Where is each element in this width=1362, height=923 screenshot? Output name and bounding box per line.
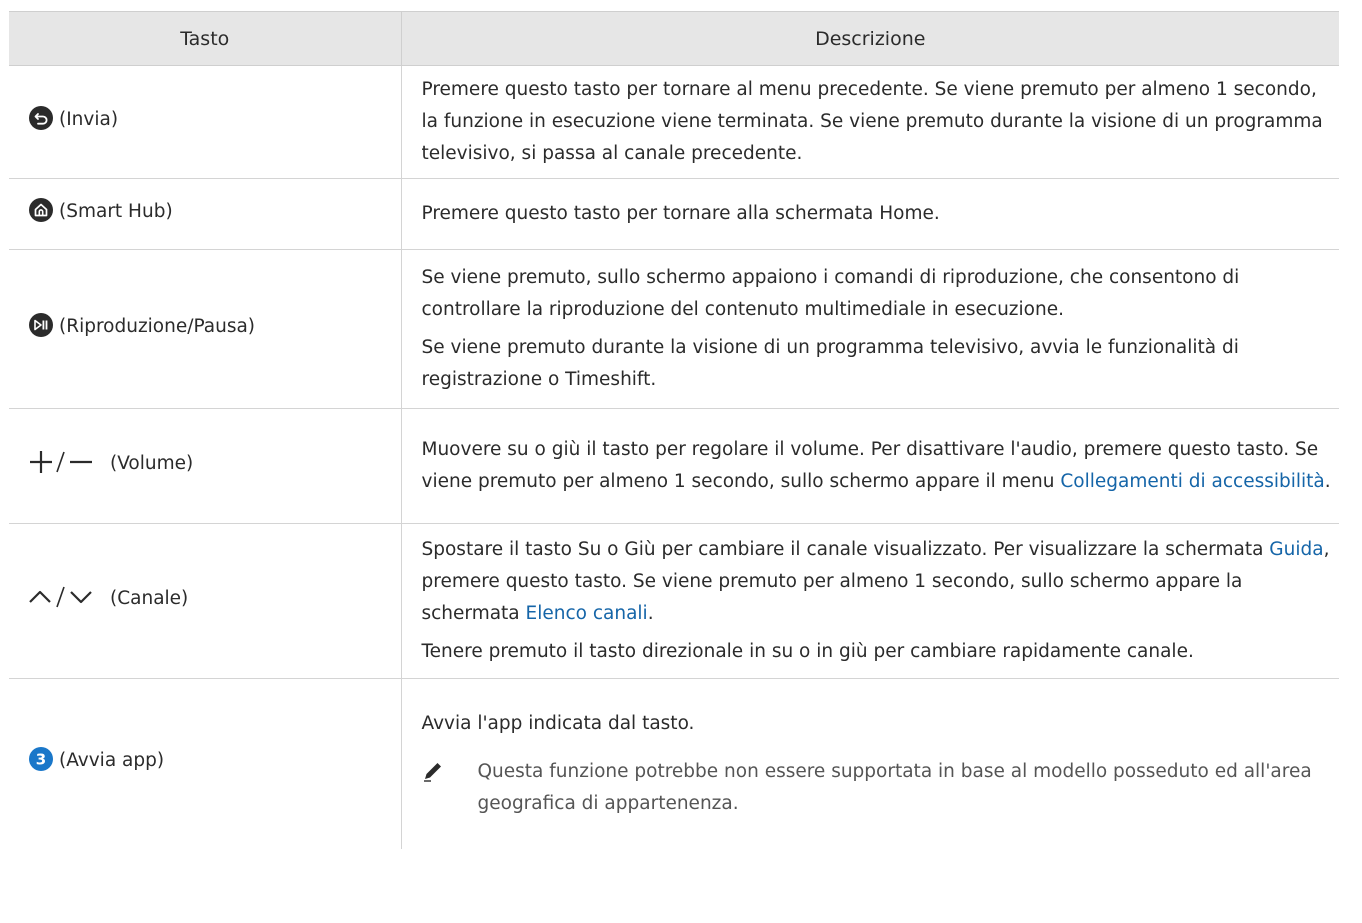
remote-keys-page: Tasto Descrizione (Invia) Premere questo… — [0, 0, 1362, 923]
table-row: (Riproduzione/Pausa) Se viene premuto, s… — [9, 249, 1339, 409]
key-cell: 3 (Avvia app) — [9, 679, 401, 849]
description-part: . — [647, 603, 654, 624]
table-header-row: Tasto Descrizione — [9, 11, 1339, 66]
description-text: Muovere su o giù il tasto per regolare i… — [422, 434, 1332, 498]
table-row: (Canale) Spostare il tasto Su o Giù per … — [9, 523, 1339, 679]
description-text: Tenere premuto il tasto direzionale in s… — [421, 641, 1194, 662]
channel-up-down-icon — [29, 585, 104, 620]
note: Questa funzione potrebbe non essere supp… — [422, 756, 1332, 820]
channel-list-link[interactable]: Elenco canali — [526, 603, 648, 624]
key-label: (Riproduzione/Pausa) — [59, 315, 256, 337]
key-label: (Volume) — [110, 452, 194, 474]
remote-keys-table: Tasto Descrizione (Invia) Premere questo… — [9, 11, 1339, 849]
return-icon — [29, 105, 53, 141]
key-cell: (Riproduzione/Pausa) — [9, 249, 401, 409]
key-label: (Invia) — [59, 108, 119, 130]
accessibility-shortcuts-link[interactable]: Collegamenti di accessibilità — [1060, 471, 1324, 492]
description-cell: Premere questo tasto per tornare alla sc… — [400, 178, 1339, 250]
key-cell: (Canale) — [9, 523, 401, 679]
description-cell: Muovere su o giù il tasto per regolare i… — [400, 408, 1339, 524]
description-text: Spostare il tasto Su o Giù per cambiare … — [422, 534, 1332, 630]
note-text: Questa funzione potrebbe non essere supp… — [477, 760, 1312, 814]
key-cell: (Volume) — [9, 408, 401, 524]
number-3-icon: 3 — [29, 747, 53, 782]
description-text: Avvia l'app indicata dal tasto. — [421, 712, 695, 734]
table-row: (Volume) Muovere su o giù il tasto per r… — [9, 408, 1339, 524]
play-pause-icon — [29, 312, 53, 348]
key-label: (Avvia app) — [59, 750, 165, 772]
guide-link[interactable]: Guida — [1269, 539, 1323, 560]
svg-text:3: 3 — [36, 751, 46, 769]
key-cell: (Smart Hub) — [9, 178, 401, 250]
volume-plus-minus-icon — [29, 450, 104, 485]
description-text: Se viene premuto, sullo schermo appaiono… — [421, 267, 1240, 320]
description-cell: Se viene premuto, sullo schermo appaiono… — [400, 249, 1339, 409]
pencil-note-icon — [422, 760, 448, 793]
description-text: Se viene premuto durante la visione di u… — [421, 337, 1239, 390]
description-cell: Premere questo tasto per tornare al menu… — [400, 65, 1339, 179]
header-description: Descrizione — [400, 11, 1339, 66]
description-text: Premere questo tasto per tornare al menu… — [421, 79, 1323, 164]
table-row: (Invia) Premere questo tasto per tornare… — [9, 65, 1339, 179]
table-row: 3 (Avvia app) Avvia l'app indicata dal t… — [9, 678, 1339, 849]
home-icon — [29, 197, 53, 233]
description-cell: Spostare il tasto Su o Giù per cambiare … — [400, 523, 1339, 679]
key-label: (Smart Hub) — [59, 200, 173, 222]
description-part: . — [1324, 471, 1331, 492]
description-part: Spostare il tasto Su o Giù per cambiare … — [421, 539, 1270, 560]
table-row: (Smart Hub) Premere questo tasto per tor… — [9, 178, 1339, 250]
description-text: Premere questo tasto per tornare alla sc… — [421, 203, 940, 224]
description-cell: Avvia l'app indicata dal tasto. Questa f… — [400, 678, 1339, 849]
key-cell: (Invia) — [9, 65, 401, 179]
key-label: (Canale) — [110, 587, 189, 609]
header-key: Tasto — [9, 11, 401, 66]
